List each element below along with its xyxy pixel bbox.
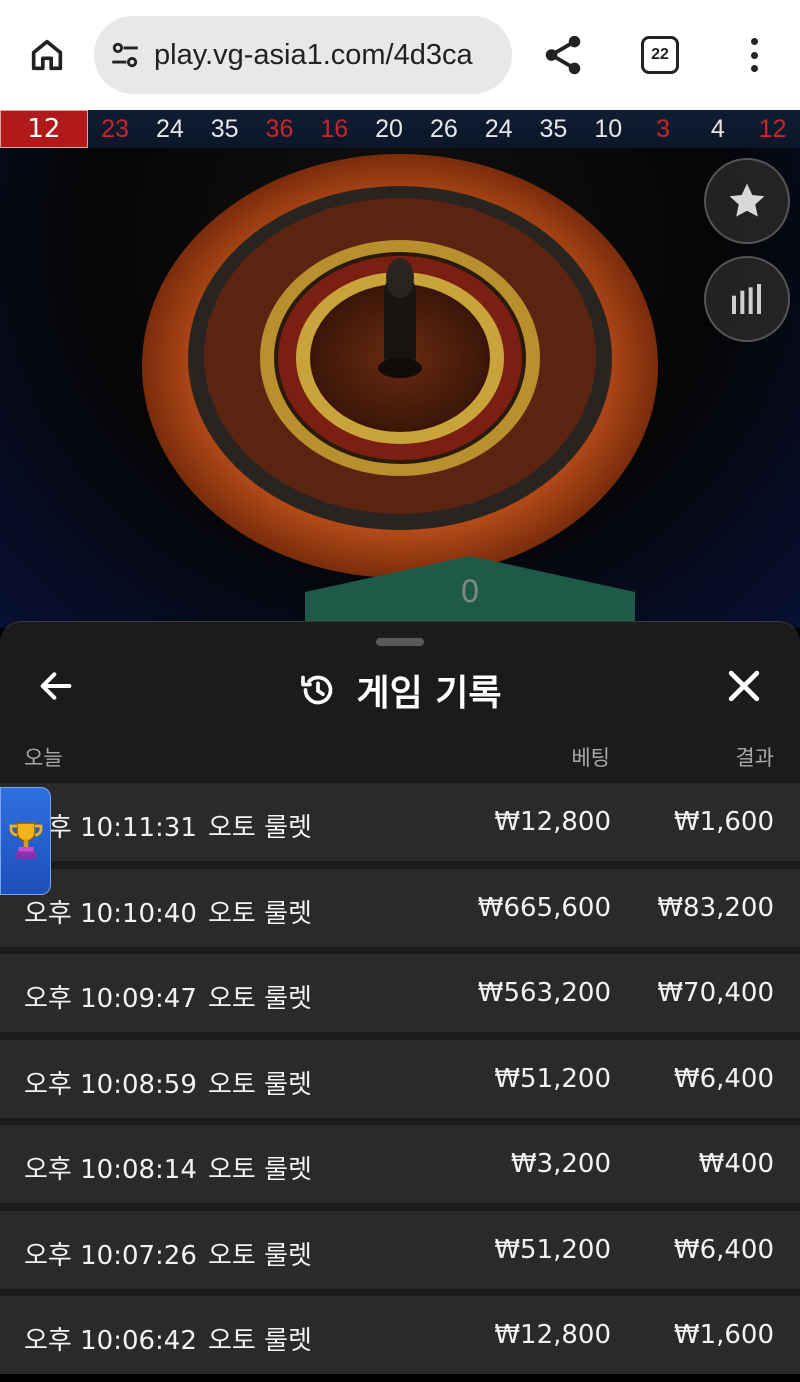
number-history-strip: 12 23 24 35 36 16 20 26 24 35 10 3 4 12 [0, 110, 800, 148]
row-bet: ₩12,800 [494, 1320, 611, 1350]
trophy-icon [9, 822, 42, 859]
history-number: 16 [320, 114, 349, 143]
more-menu-button[interactable] [740, 34, 768, 76]
star-icon [729, 183, 765, 217]
close-button[interactable] [722, 664, 766, 708]
tournament-button[interactable] [0, 787, 51, 895]
statistics-button[interactable] [704, 256, 790, 342]
row-bet: ₩51,200 [494, 1063, 611, 1094]
winning-number: 0 [461, 573, 479, 609]
history-number: 10 [594, 114, 623, 143]
row-bet: ₩3,200 [510, 1149, 611, 1179]
home-icon [31, 39, 63, 71]
row-result: ₩1,600 [673, 807, 774, 837]
drag-handle[interactable] [376, 638, 424, 646]
history-number: 24 [484, 114, 513, 143]
site-settings-icon[interactable] [108, 38, 142, 72]
share-button[interactable] [540, 32, 586, 78]
row-result: ₩70,400 [657, 978, 774, 1008]
more-vert-icon [750, 38, 758, 45]
tabs-button[interactable]: 22 [641, 36, 679, 74]
bar-chart-icon [732, 284, 761, 314]
history-number: 4 [710, 114, 725, 143]
favorite-button[interactable] [704, 158, 790, 244]
close-icon [728, 670, 760, 702]
row-bet: ₩563,200 [477, 978, 611, 1008]
game-history-sheet: 게임 기록 오늘 베팅 결과 오후 10:11:31 오토 룰렛 ₩12,800… [0, 621, 800, 1374]
history-row[interactable]: 오후 10:09:47 오토 룰렛 ₩563,200 ₩70,400 [0, 954, 800, 1032]
history-number: 12 [758, 114, 787, 143]
history-number: 23 [101, 114, 129, 143]
share-icon [545, 35, 581, 75]
history-icon [301, 675, 333, 705]
row-time: 오후 10:08:59 [24, 1069, 197, 1100]
home-button[interactable] [22, 30, 72, 80]
row-result: ₩6,400 [673, 1234, 774, 1265]
roulette-stage: 0 [0, 148, 800, 628]
row-bet: ₩51,200 [494, 1234, 611, 1265]
history-number: 26 [429, 114, 458, 143]
history-number: 24 [155, 114, 184, 143]
history-row[interactable]: 오후 10:08:14 오토 룰렛 ₩3,200 ₩400 [0, 1125, 800, 1203]
row-time: 오후 10:08:14 [24, 1155, 197, 1185]
history-row[interactable]: 오후 10:11:31 오토 룰렛 ₩12,800 ₩1,600 [0, 783, 800, 861]
url-text: play.vg-asia1.com/4d3ca [154, 38, 473, 71]
sheet-title: 게임 기록 [356, 673, 502, 714]
column-header-date: 오늘 [24, 746, 63, 770]
roulette-wheel [142, 154, 658, 578]
history-row[interactable]: 오후 10:06:42 오토 룰렛 ₩12,800 ₩1,600 [0, 1296, 800, 1374]
address-bar[interactable]: play.vg-asia1.com/4d3ca [94, 16, 512, 94]
row-time: 오후 10:06:42 [24, 1326, 197, 1356]
row-time: 오후 10:07:26 [24, 1240, 197, 1271]
row-game: 오토 룰렛 [208, 898, 312, 929]
latest-number: 12 [0, 110, 88, 148]
row-bet: ₩12,800 [494, 807, 611, 837]
row-game: 오토 룰렛 [208, 1069, 312, 1100]
browser-toolbar: play.vg-asia1.com/4d3ca 22 [0, 0, 800, 110]
row-result: ₩6,400 [673, 1063, 774, 1094]
history-list: 오후 10:11:31 오토 룰렛 ₩12,800 ₩1,600 오후 10:1… [0, 783, 800, 1382]
history-row[interactable]: 오후 10:10:40 오토 룰렛 ₩665,600 ₩83,200 [0, 868, 800, 947]
tab-count: 22 [651, 46, 669, 63]
row-game: 오토 룰렛 [208, 1326, 312, 1356]
history-row[interactable]: 오후 10:08:59 오토 룰렛 ₩51,200 ₩6,400 [0, 1039, 800, 1118]
row-game: 오토 룰렛 [208, 813, 312, 843]
row-bet: ₩665,600 [477, 892, 611, 923]
row-game: 오토 룰렛 [208, 984, 312, 1014]
history-number: 20 [375, 114, 403, 143]
history-number: 36 [265, 114, 294, 143]
history-row[interactable]: 오후 10:07:26 오토 룰렛 ₩51,200 ₩6,400 [0, 1210, 800, 1289]
row-result: ₩400 [698, 1149, 774, 1179]
sheet-header: 게임 기록 [0, 664, 800, 716]
row-game: 오토 룰렛 [208, 1240, 312, 1271]
row-time: 오후 10:10:40 [24, 898, 197, 929]
history-number: 35 [539, 114, 568, 143]
row-game: 오토 룰렛 [208, 1155, 312, 1185]
column-header-result: 결과 [735, 746, 774, 770]
row-time: 오후 10:09:47 [24, 984, 197, 1014]
row-result: ₩1,600 [673, 1320, 774, 1350]
row-result: ₩83,200 [657, 892, 774, 923]
history-number: 3 [656, 114, 670, 143]
history-number: 35 [210, 114, 239, 143]
column-header-bet: 베팅 [571, 746, 610, 770]
